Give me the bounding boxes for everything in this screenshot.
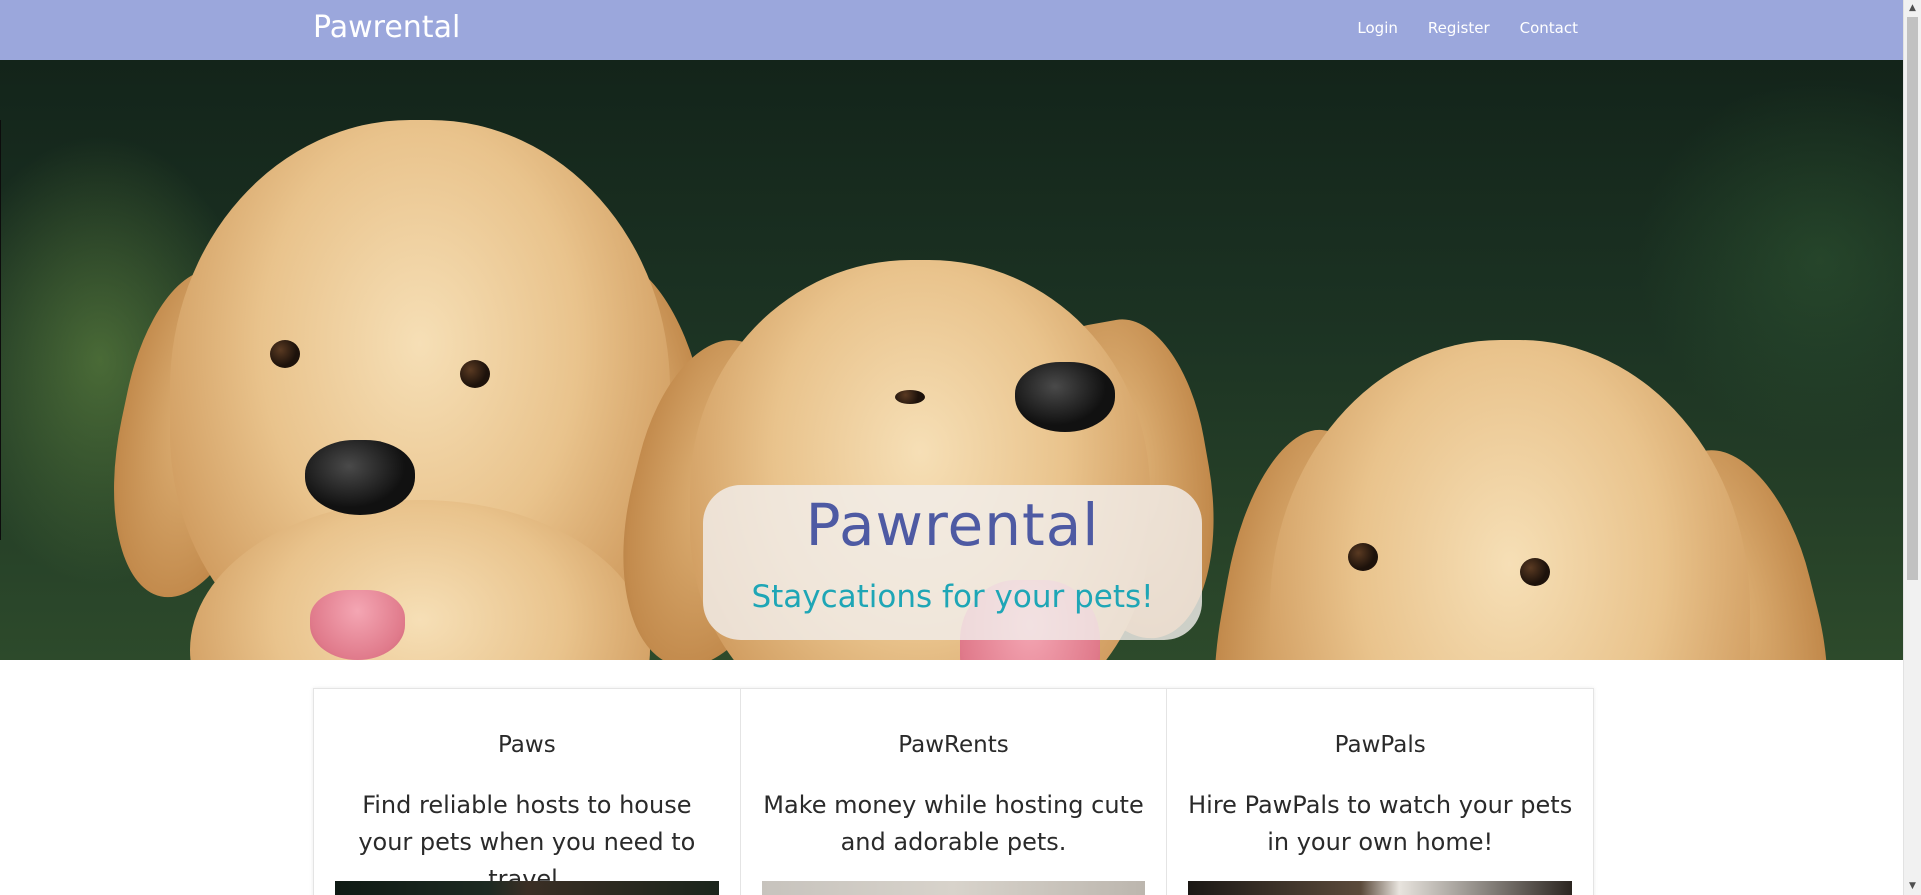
- vertical-scrollbar[interactable]: ▲ ▼: [1903, 0, 1921, 895]
- card-title: PawPals: [1334, 732, 1426, 758]
- chevron-up-icon[interactable]: ▲: [1904, 0, 1921, 17]
- nav-register-link[interactable]: Register: [1428, 19, 1490, 37]
- nav-links: Login Register Contact: [1357, 19, 1578, 37]
- card-image: [335, 881, 719, 895]
- brand-link[interactable]: Pawrental: [313, 10, 460, 45]
- scrollbar-thumb[interactable]: [1907, 17, 1918, 580]
- nav-login-link[interactable]: Login: [1357, 19, 1397, 37]
- card-title: PawRents: [898, 732, 1009, 758]
- card-title: Paws: [497, 732, 556, 758]
- card-image: [761, 881, 1146, 895]
- hero-carousel[interactable]: Pawrental Staycations for your pets!: [0, 60, 1904, 660]
- card-pawrents: PawRents Make money while hosting cute a…: [741, 689, 1168, 895]
- card-image: [1188, 881, 1573, 895]
- card-pawpals: PawPals Hire PawPals to watch your pets …: [1167, 689, 1593, 895]
- hero-left-edge: [0, 120, 1, 540]
- card-paws: Paws Find reliable hosts to house your p…: [314, 689, 741, 895]
- hero-caption: Pawrental Staycations for your pets!: [703, 485, 1202, 640]
- nav-contact-link[interactable]: Contact: [1520, 19, 1578, 37]
- card-text: Find reliable hosts to house your pets w…: [358, 791, 696, 893]
- card-text: Make money while hosting cute and adorab…: [763, 791, 1144, 856]
- hero-subtitle: Staycations for your pets!: [751, 579, 1154, 615]
- navbar: Pawrental Login Register Contact: [0, 0, 1904, 60]
- card-text: Hire PawPals to watch your pets in your …: [1188, 791, 1573, 856]
- hero-title: Pawrental: [805, 491, 1100, 559]
- chevron-down-icon[interactable]: ▼: [1904, 878, 1921, 895]
- puppy-image-right: [1186, 340, 1861, 660]
- page: Pawrental Login Register Contact Pawrent…: [0, 0, 1921, 895]
- feature-cards: Paws Find reliable hosts to house your p…: [313, 688, 1594, 895]
